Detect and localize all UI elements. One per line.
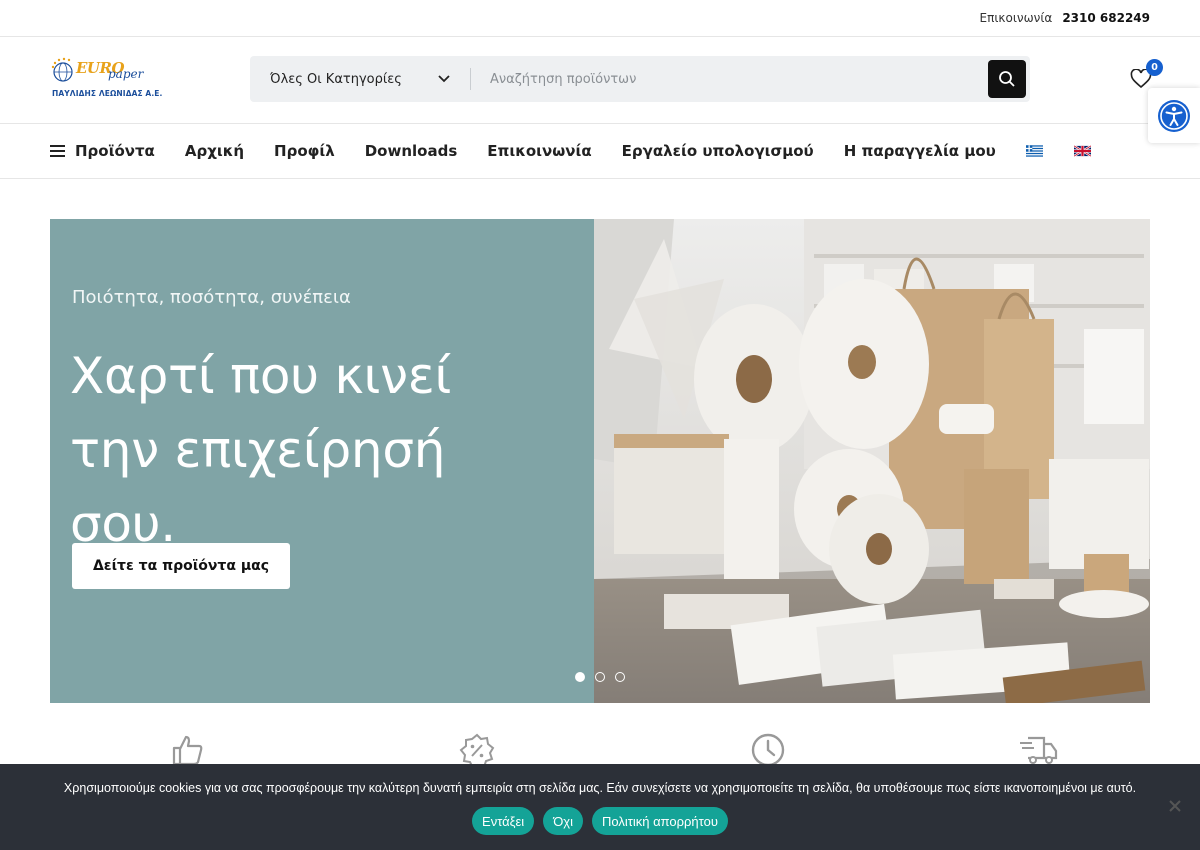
paper-products-image — [594, 219, 1150, 703]
search-icon — [999, 71, 1015, 87]
header: EURO paper ΠΑΥΛΙΔΗΣ ΛΕΩΝΙΔΑΣ Α.Ε. Όλες Ο… — [0, 37, 1200, 124]
hero-tagline: Ποιότητα, ποσότητα, συνέπεια — [72, 287, 351, 308]
search-bar: Όλες Οι Κατηγορίες — [250, 56, 1030, 102]
menu-icon — [50, 145, 65, 157]
delivery-truck-icon — [1020, 736, 1058, 764]
accessibility-icon — [1158, 99, 1190, 132]
view-products-button[interactable]: Δείτε τα προϊόντα μας — [72, 543, 290, 589]
thumbs-up-icon — [172, 735, 203, 766]
wishlist-button[interactable]: 0 — [1130, 59, 1163, 91]
slide-dot-1[interactable] — [575, 672, 585, 682]
uk-flag-icon[interactable] — [1073, 145, 1091, 157]
slide-dot-2[interactable] — [595, 672, 605, 682]
privacy-policy-button[interactable]: Πολιτική απορρήτου — [591, 807, 728, 835]
logo-paper: paper — [108, 67, 144, 81]
main-nav: Προϊόντα Αρχική Προφίλ Downloads Επικοιν… — [0, 124, 1200, 179]
nav-calculator[interactable]: Εργαλείο υπολογισμού — [622, 142, 814, 160]
cookie-buttons: Εντάξει Όχι Πολιτική απορρήτου — [0, 807, 1200, 835]
contact-label[interactable]: Επικοινωνία — [980, 11, 1053, 25]
accessibility-button[interactable] — [1148, 88, 1200, 143]
slide-dot-3[interactable] — [615, 672, 625, 682]
cookie-message: Χρησιμοποιούμε cookies για να σας προσφέ… — [63, 781, 1137, 795]
chevron-down-icon — [438, 75, 450, 83]
nav-products[interactable]: Προϊόντα — [50, 142, 155, 160]
clock-icon — [751, 733, 785, 767]
nav-profile[interactable]: Προφίλ — [274, 142, 335, 160]
slider-dots — [575, 672, 625, 682]
cookie-decline-button[interactable]: Όχι — [543, 807, 583, 835]
site-logo[interactable]: EURO paper ΠΑΥΛΙΔΗΣ ΛΕΩΝΙΔΑΣ Α.Ε. — [50, 55, 163, 105]
phone-number[interactable]: 2310 682249 — [1062, 11, 1150, 25]
nav-contact[interactable]: Επικοινωνία — [487, 142, 591, 160]
close-icon[interactable] — [1168, 799, 1182, 813]
nav-downloads[interactable]: Downloads — [365, 142, 458, 160]
top-bar: Επικοινωνία 2310 682249 — [0, 0, 1200, 37]
category-select-value: Όλες Οι Κατηγορίες — [270, 71, 402, 87]
cookie-accept-button[interactable]: Εντάξει — [472, 807, 535, 835]
nav-home[interactable]: Αρχική — [185, 142, 244, 160]
category-select[interactable]: Όλες Οι Κατηγορίες — [250, 56, 470, 102]
search-button[interactable] — [988, 60, 1026, 98]
wishlist-count-badge: 0 — [1146, 59, 1163, 76]
nav-my-order[interactable]: Η παραγγελία μου — [844, 142, 996, 160]
logo-subtitle: ΠΑΥΛΙΔΗΣ ΛΕΩΝΙΔΑΣ Α.Ε. — [52, 89, 163, 98]
hero-slider: Ποιότητα, ποσότητα, συνέπεια Χαρτί που κ… — [50, 219, 1150, 703]
cookie-banner: Χρησιμοποιούμε cookies για να σας προσφέ… — [0, 764, 1200, 850]
search-input[interactable] — [471, 71, 988, 87]
hero-title: Χαρτί που κινεί την επιχείρησή σου. — [70, 347, 452, 553]
nav-products-label: Προϊόντα — [75, 142, 155, 160]
greek-flag-icon[interactable] — [1025, 145, 1043, 157]
